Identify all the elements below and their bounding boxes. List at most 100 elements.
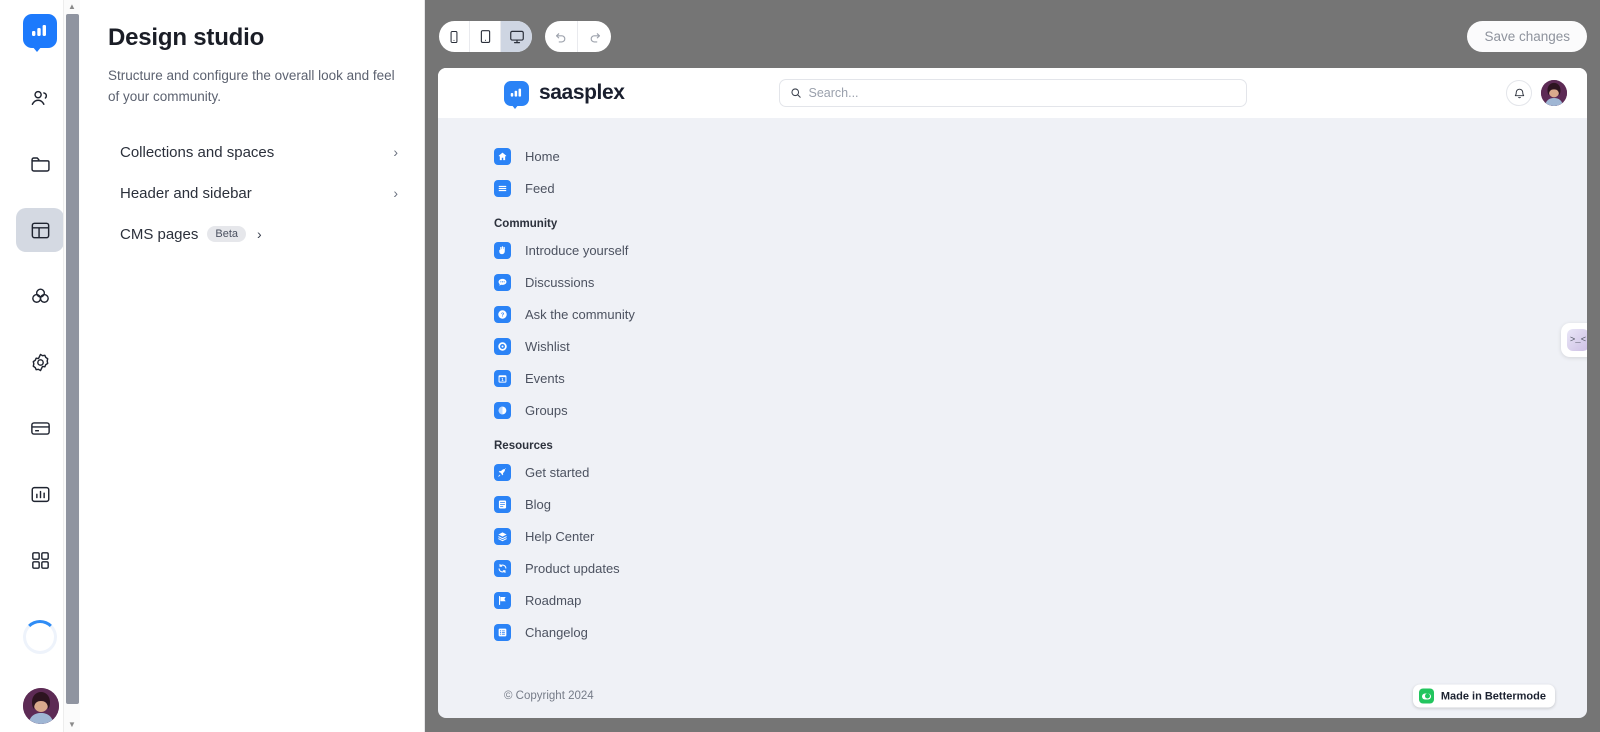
nav-item-blog[interactable]: Blog bbox=[494, 488, 1587, 520]
nav-item-label: Groups bbox=[525, 402, 568, 418]
nav-item-wishlist[interactable]: Wishlist bbox=[494, 330, 1587, 362]
made-in-bettermode-badge[interactable]: Made in Bettermode bbox=[1412, 684, 1555, 708]
nav-item-label: Blog bbox=[525, 496, 552, 512]
device-desktop-button[interactable] bbox=[501, 21, 532, 52]
nav-item-label: Roadmap bbox=[525, 592, 582, 608]
device-tablet-button[interactable] bbox=[470, 21, 501, 52]
saasplex-logo-icon bbox=[504, 80, 529, 109]
undo-button[interactable] bbox=[545, 21, 578, 52]
article-icon bbox=[494, 495, 511, 513]
redo-button[interactable] bbox=[578, 21, 611, 52]
sidebar-item-billing[interactable] bbox=[16, 406, 64, 450]
nav-item-get-started[interactable]: Get started bbox=[494, 456, 1587, 488]
nav-item-discussions[interactable]: Discussions bbox=[494, 266, 1587, 298]
copyright-text: © Copyright 2024 bbox=[504, 690, 594, 702]
design-studio-panel: Design studio Structure and configure th… bbox=[80, 0, 425, 732]
sidebar-item-design[interactable] bbox=[16, 208, 64, 252]
chevron-right-icon: › bbox=[257, 226, 262, 243]
nav-item-label: Discussions bbox=[525, 274, 595, 290]
brand[interactable]: saasplex bbox=[504, 80, 625, 109]
site-preview: saasplex Search... Home Feed Community I… bbox=[438, 68, 1587, 718]
sidebar-item-appearance[interactable] bbox=[16, 274, 64, 318]
preview-canvas: Save changes saasplex Search... Home Fee… bbox=[425, 0, 1600, 732]
nav-item-roadmap[interactable]: Roadmap bbox=[494, 584, 1587, 616]
device-switcher bbox=[439, 21, 532, 52]
nav-item-label: Feed bbox=[525, 180, 555, 196]
calendar-icon: 1 bbox=[494, 369, 511, 387]
status-badge: Beta bbox=[207, 226, 247, 243]
nav-item-introduce-yourself[interactable]: Introduce yourself bbox=[494, 234, 1587, 266]
nav-item-label: Product updates bbox=[525, 560, 620, 576]
home-icon bbox=[494, 147, 511, 165]
user-avatar[interactable] bbox=[1541, 80, 1567, 106]
nav-item-home[interactable]: Home bbox=[494, 140, 1587, 172]
search-icon bbox=[790, 88, 801, 98]
brand-name: saasplex bbox=[539, 81, 625, 104]
nav-section-community: Community bbox=[494, 218, 558, 230]
account-avatar[interactable] bbox=[23, 688, 59, 724]
nav-item-label: Home bbox=[525, 148, 560, 164]
nav-item-feed[interactable]: Feed bbox=[494, 172, 1587, 204]
preview-site-footer: © Copyright 2024 Made in Bettermode bbox=[438, 674, 1587, 718]
sidebar-item-settings[interactable] bbox=[16, 340, 64, 384]
collapse-panel-button[interactable]: >_< bbox=[1561, 323, 1587, 357]
nav-item-events[interactable]: 1 Events bbox=[494, 362, 1587, 394]
nav-item-ask-the-community[interactable]: ? Ask the community bbox=[494, 298, 1587, 330]
loading-spinner bbox=[23, 620, 57, 654]
design-studio-screen: ▲ ▼ Design studio Structure and configur… bbox=[0, 0, 1600, 732]
header-actions bbox=[1506, 80, 1567, 106]
nav-section-resources: Resources bbox=[494, 440, 553, 452]
circle-half-icon bbox=[494, 401, 511, 419]
badge-label: Made in Bettermode bbox=[1440, 690, 1546, 702]
bell-icon[interactable] bbox=[1506, 80, 1532, 106]
panel-item-cms-pages[interactable]: CMS pages Beta › bbox=[108, 214, 400, 255]
layers-icon bbox=[494, 527, 511, 545]
sidebar-item-content[interactable] bbox=[16, 142, 64, 186]
refresh-icon bbox=[494, 559, 511, 577]
chat-bubble-icon bbox=[494, 273, 511, 291]
search-placeholder: Search... bbox=[808, 86, 859, 100]
page-title: Design studio bbox=[108, 24, 265, 51]
history-controls bbox=[545, 21, 611, 52]
question-icon: ? bbox=[494, 305, 511, 323]
wave-hand-icon bbox=[494, 241, 511, 259]
scrollbar-thumb[interactable] bbox=[66, 14, 79, 704]
target-icon bbox=[494, 337, 511, 355]
nav-item-product-updates[interactable]: Product updates bbox=[494, 552, 1587, 584]
rail-scrollbar[interactable]: ▲ ▼ bbox=[63, 0, 80, 732]
bettermode-green-icon bbox=[1418, 688, 1434, 704]
feed-icon bbox=[494, 179, 511, 197]
device-mobile-button[interactable] bbox=[439, 21, 470, 52]
panel-item-collections-and-spaces[interactable]: Collections and spaces › bbox=[108, 132, 400, 173]
scroll-up-arrow[interactable]: ▲ bbox=[68, 0, 76, 14]
nav-item-groups[interactable]: Groups bbox=[494, 394, 1587, 426]
nav-item-label: Introduce yourself bbox=[525, 242, 629, 258]
panel-menu: Collections and spaces › Header and side… bbox=[108, 132, 400, 255]
nav-item-changelog[interactable]: Changelog bbox=[494, 616, 1587, 648]
scroll-down-arrow[interactable]: ▼ bbox=[68, 718, 76, 732]
sidebar-item-apps[interactable] bbox=[16, 538, 64, 582]
search-input[interactable]: Search... bbox=[778, 79, 1247, 107]
nav-item-label: Ask the community bbox=[525, 306, 635, 322]
collapse-glyph: >_< bbox=[1567, 329, 1587, 351]
panel-item-label: CMS pages bbox=[120, 225, 199, 243]
save-changes-button[interactable]: Save changes bbox=[1467, 21, 1587, 52]
preview-site-header: saasplex Search... bbox=[438, 68, 1587, 118]
chevron-right-icon: › bbox=[393, 185, 398, 202]
sidebar-item-members[interactable] bbox=[16, 76, 64, 120]
preview-nav-list: Home Feed Community Introduce yourself D… bbox=[438, 118, 1587, 674]
sidebar-item-analytics[interactable] bbox=[16, 472, 64, 516]
nav-item-help-center[interactable]: Help Center bbox=[494, 520, 1587, 552]
page-subtitle: Structure and configure the overall look… bbox=[108, 68, 395, 104]
nav-item-label: Wishlist bbox=[525, 338, 570, 354]
nav-item-label: Changelog bbox=[525, 624, 588, 640]
rocket-icon bbox=[494, 463, 511, 481]
nav-item-label: Get started bbox=[525, 464, 590, 480]
panel-item-header-and-sidebar[interactable]: Header and sidebar › bbox=[108, 173, 400, 214]
panel-item-label: Header and sidebar bbox=[120, 184, 252, 202]
nav-item-label: Events bbox=[525, 370, 565, 386]
panel-item-label: Collections and spaces bbox=[120, 143, 275, 161]
flag-icon bbox=[494, 591, 511, 609]
bettermode-logo-icon[interactable] bbox=[23, 14, 57, 52]
preview-toolbar: Save changes bbox=[425, 0, 1600, 72]
